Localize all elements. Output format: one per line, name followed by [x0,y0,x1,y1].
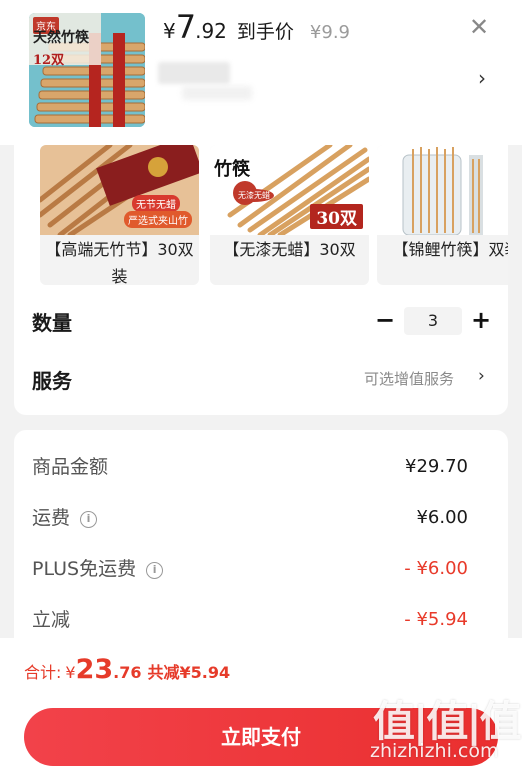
variant-seal: 无漆无蜡 [234,189,274,202]
service-selector[interactable]: 可选增值服务 [364,368,454,389]
chevron-right-icon[interactable]: › [478,366,485,386]
options-card: 无节无蜡 严选式夹山竹 【高端无竹节】30双装 竹筷 无漆无蜡 30双 【无漆无… [14,145,508,415]
variant-option[interactable]: 竹筷 无漆无蜡 30双 【无漆无蜡】30双 [210,145,369,285]
price-decimal: .92 [195,19,227,43]
amount-row: 立减 - ¥5.94 [32,605,468,635]
variant-count-badge: 30双 [310,204,363,229]
selected-spec-blurred-sub [182,86,252,100]
product-header: 京东 天然竹筷 12双 ¥ 7 .92 到手价 ¥9.9 ✕ › [0,0,522,145]
total-saved: 共减¥5.94 [147,663,231,682]
total-currency: ¥ [65,663,76,682]
amount-card: 商品金额 ¥29.70 运费 i ¥6.00 PLUS免运费 i - ¥6.00 立… [14,430,508,650]
product-thumbnail: 京东 天然竹筷 12双 [29,13,145,127]
info-icon[interactable]: i [146,562,164,579]
variant-image: 无节无蜡 严选式夹山竹 [40,145,199,235]
variant-label: 【无漆无蜡】30双 [223,240,356,259]
amount-label: 运费 i [32,503,98,533]
amount-value: - ¥6.00 [404,558,468,579]
increase-button[interactable]: + [470,305,492,337]
thumb-count: 12双 [33,53,65,68]
amount-label: 立减 [32,609,71,631]
variant-tag: 无节无蜡 [132,195,180,212]
amount-value: ¥29.70 [405,456,468,477]
price-integer: 7 [175,8,196,46]
price-row: ¥ 7 .92 到手价 ¥9.9 [163,8,350,48]
service-label: 服务 [32,369,72,393]
variant-side-text: 竹筷 [214,159,250,180]
variant-option[interactable]: 无节无蜡 严选式夹山竹 【高端无竹节】30双装 [40,145,199,285]
decrease-button[interactable]: − [374,305,396,337]
chopstick-holder-image [377,145,508,235]
variant-label: 【锦鲤竹筷】双装 [392,240,508,259]
selected-spec-blurred[interactable] [158,62,230,84]
watermark-text: zhizhizhi.com [370,740,499,762]
thumb-title: 天然竹筷 [33,30,89,46]
total-label: 合计: [24,663,62,682]
original-price: ¥9.9 [309,22,350,43]
variant-tag: 严选式夹山竹 [124,211,192,228]
info-icon[interactable]: i [80,511,98,528]
variant-image [377,145,508,235]
final-price-label: 到手价 [236,21,294,43]
variant-label: 【高端无竹节】30双装 [45,240,194,285]
amount-value: - ¥5.94 [404,609,468,630]
amount-label: PLUS免运费 i [32,554,164,584]
quantity-stepper: − 3 + [374,305,494,337]
amount-label: 商品金额 [32,456,109,478]
close-icon[interactable]: ✕ [466,14,492,40]
total-integer: 23 [75,654,114,685]
variant-strip[interactable]: 无节无蜡 严选式夹山竹 【高端无竹节】30双装 竹筷 无漆无蜡 30双 【无漆无… [40,145,508,285]
quantity-value[interactable]: 3 [404,307,462,335]
chevron-right-icon[interactable]: › [478,66,486,90]
amount-value: ¥6.00 [416,507,468,528]
total-summary: 合计: ¥ 23 .76 共减¥5.94 [24,654,230,688]
quantity-label: 数量 [32,311,72,335]
variant-option[interactable]: 【锦鲤竹筷】双装 [377,145,508,285]
variant-image: 竹筷 无漆无蜡 30双 [210,145,369,235]
amount-row: 商品金额 ¥29.70 [32,452,468,482]
amount-row: PLUS免运费 i - ¥6.00 [32,554,468,584]
price-currency: ¥ [163,19,176,43]
amount-row: 运费 i ¥6.00 [32,503,468,533]
total-decimal: .76 [113,663,142,682]
